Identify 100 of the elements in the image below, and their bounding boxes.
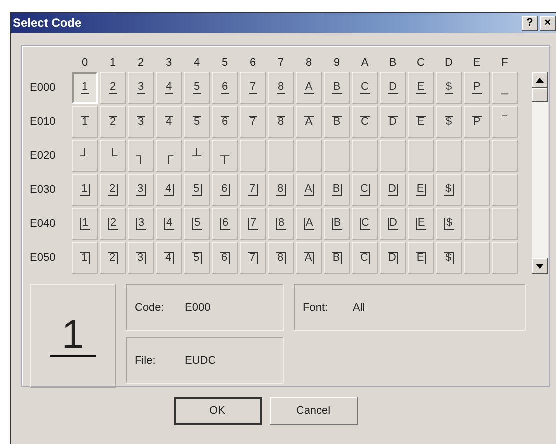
character-cell[interactable]: 3 — [128, 208, 154, 240]
empty-cell[interactable] — [408, 140, 434, 172]
character-cell[interactable]: ┘ — [72, 140, 98, 172]
character-cell[interactable]: D — [380, 72, 406, 104]
character-cell[interactable]: A — [296, 242, 322, 274]
character-cell[interactable]: 7 — [240, 106, 266, 138]
close-button[interactable]: × — [540, 16, 556, 30]
empty-cell[interactable] — [492, 140, 518, 172]
scroll-thumb[interactable] — [532, 88, 548, 102]
character-cell[interactable]: 2 — [100, 208, 126, 240]
character-cell[interactable]: $ — [436, 208, 462, 240]
character-cell[interactable]: 2 — [100, 106, 126, 138]
character-cell[interactable]: ‾ — [492, 106, 518, 138]
help-button[interactable]: ? — [522, 16, 538, 30]
character-cell[interactable]: 8 — [268, 106, 294, 138]
character-cell[interactable]: 8 — [268, 174, 294, 206]
cancel-button[interactable]: Cancel — [270, 397, 358, 425]
character-cell[interactable]: 4 — [156, 208, 182, 240]
ok-button[interactable]: OK — [174, 397, 262, 425]
character-cell[interactable]: E — [408, 106, 434, 138]
character-cell[interactable]: B — [324, 208, 350, 240]
character-cell[interactable]: 1 — [72, 106, 98, 138]
character-cell[interactable]: ┴ — [184, 140, 210, 172]
character-cell[interactable]: 5 — [184, 174, 210, 206]
character-cell[interactable]: ┌ — [156, 140, 182, 172]
character-cell[interactable]: 2 — [100, 72, 126, 104]
character-cell[interactable]: 4 — [156, 174, 182, 206]
character-cell[interactable]: $ — [436, 242, 462, 274]
empty-cell[interactable] — [324, 140, 350, 172]
scrollbar[interactable] — [532, 72, 548, 274]
character-cell[interactable]: $ — [436, 72, 462, 104]
empty-cell[interactable] — [240, 140, 266, 172]
character-cell[interactable]: 8 — [268, 72, 294, 104]
character-cell[interactable]: 8 — [268, 242, 294, 274]
character-cell[interactable]: C — [352, 208, 378, 240]
character-cell[interactable]: 5 — [184, 72, 210, 104]
character-cell[interactable]: B — [324, 72, 350, 104]
character-cell[interactable]: 7 — [240, 72, 266, 104]
character-cell[interactable]: D — [380, 174, 406, 206]
empty-cell[interactable] — [296, 140, 322, 172]
character-cell[interactable]: _ — [492, 72, 518, 104]
character-cell[interactable]: 5 — [184, 242, 210, 274]
character-cell[interactable]: C — [352, 174, 378, 206]
scroll-down-icon[interactable] — [532, 258, 548, 274]
character-cell[interactable]: 8 — [268, 208, 294, 240]
character-cell[interactable]: A — [296, 174, 322, 206]
character-cell[interactable]: 7 — [240, 174, 266, 206]
empty-cell[interactable] — [492, 174, 518, 206]
character-cell[interactable]: 5 — [184, 208, 210, 240]
character-cell[interactable]: E — [408, 208, 434, 240]
character-cell[interactable]: P — [464, 72, 490, 104]
character-cell[interactable]: 3 — [128, 174, 154, 206]
empty-cell[interactable] — [268, 140, 294, 172]
character-cell[interactable]: 6 — [212, 174, 238, 206]
empty-cell[interactable] — [436, 140, 462, 172]
empty-cell[interactable] — [464, 242, 490, 274]
character-cell[interactable]: ┐ — [128, 140, 154, 172]
character-cell[interactable]: A — [296, 72, 322, 104]
character-cell[interactable]: B — [324, 242, 350, 274]
character-cell[interactable]: C — [352, 242, 378, 274]
scroll-up-icon[interactable] — [532, 72, 548, 88]
character-cell[interactable]: 3 — [128, 106, 154, 138]
character-cell[interactable]: B — [324, 174, 350, 206]
character-cell[interactable]: 3 — [128, 72, 154, 104]
empty-cell[interactable] — [492, 208, 518, 240]
empty-cell[interactable] — [380, 140, 406, 172]
character-cell[interactable]: 4 — [156, 72, 182, 104]
character-cell[interactable]: 1 — [72, 174, 98, 206]
empty-cell[interactable] — [464, 140, 490, 172]
empty-cell[interactable] — [464, 174, 490, 206]
character-cell[interactable]: C — [352, 72, 378, 104]
character-cell[interactable]: C — [352, 106, 378, 138]
character-cell[interactable]: $ — [436, 174, 462, 206]
character-cell[interactable]: 6 — [212, 72, 238, 104]
character-cell[interactable]: 3 — [128, 242, 154, 274]
character-cell[interactable]: 1 — [72, 242, 98, 274]
character-cell[interactable]: D — [380, 242, 406, 274]
character-cell[interactable]: 6 — [212, 106, 238, 138]
character-cell[interactable]: D — [380, 208, 406, 240]
character-cell[interactable]: A — [296, 208, 322, 240]
character-cell[interactable]: E — [408, 242, 434, 274]
character-cell[interactable]: 4 — [156, 242, 182, 274]
character-cell[interactable]: 4 — [156, 106, 182, 138]
character-cell[interactable]: D — [380, 106, 406, 138]
character-cell[interactable]: 7 — [240, 242, 266, 274]
character-cell[interactable]: E — [408, 72, 434, 104]
character-cell[interactable]: 2 — [100, 174, 126, 206]
character-cell[interactable]: 1 — [72, 72, 98, 104]
empty-cell[interactable] — [492, 242, 518, 274]
character-cell[interactable]: E — [408, 174, 434, 206]
character-cell[interactable]: A — [296, 106, 322, 138]
character-cell[interactable]: B — [324, 106, 350, 138]
character-cell[interactable]: P — [464, 106, 490, 138]
character-cell[interactable]: 6 — [212, 242, 238, 274]
character-cell[interactable]: $ — [436, 106, 462, 138]
empty-cell[interactable] — [464, 208, 490, 240]
character-cell[interactable]: └ — [100, 140, 126, 172]
character-cell[interactable]: 5 — [184, 106, 210, 138]
character-cell[interactable]: 7 — [240, 208, 266, 240]
character-cell[interactable]: 6 — [212, 208, 238, 240]
